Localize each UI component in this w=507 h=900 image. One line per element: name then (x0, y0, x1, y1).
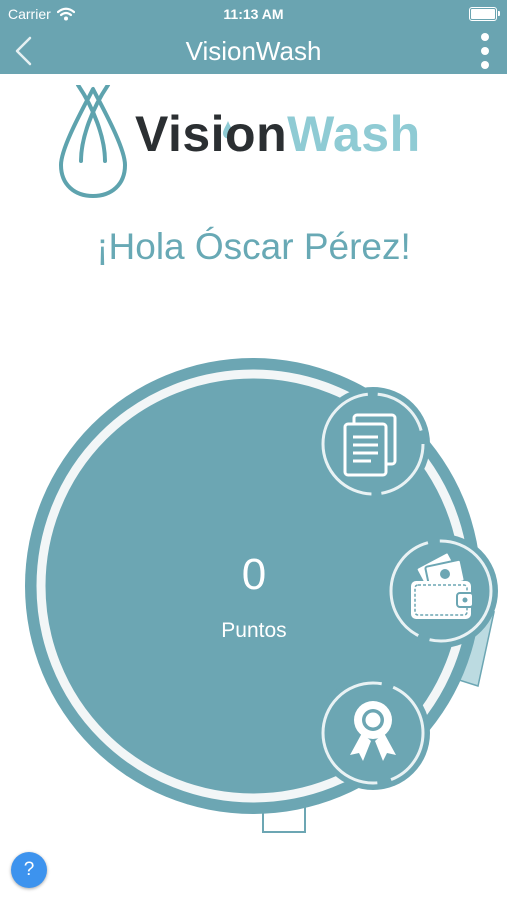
award-ribbon-icon (316, 676, 430, 790)
points-value: 0 (241, 550, 267, 599)
documents-icon (316, 387, 430, 501)
wallet-button[interactable] (383, 533, 499, 649)
rewards-button[interactable] (315, 675, 431, 791)
documents-button[interactable] (315, 386, 431, 502)
help-button[interactable]: ? (11, 852, 47, 888)
points-label: Puntos (221, 619, 287, 642)
wallet-icon (384, 534, 498, 648)
